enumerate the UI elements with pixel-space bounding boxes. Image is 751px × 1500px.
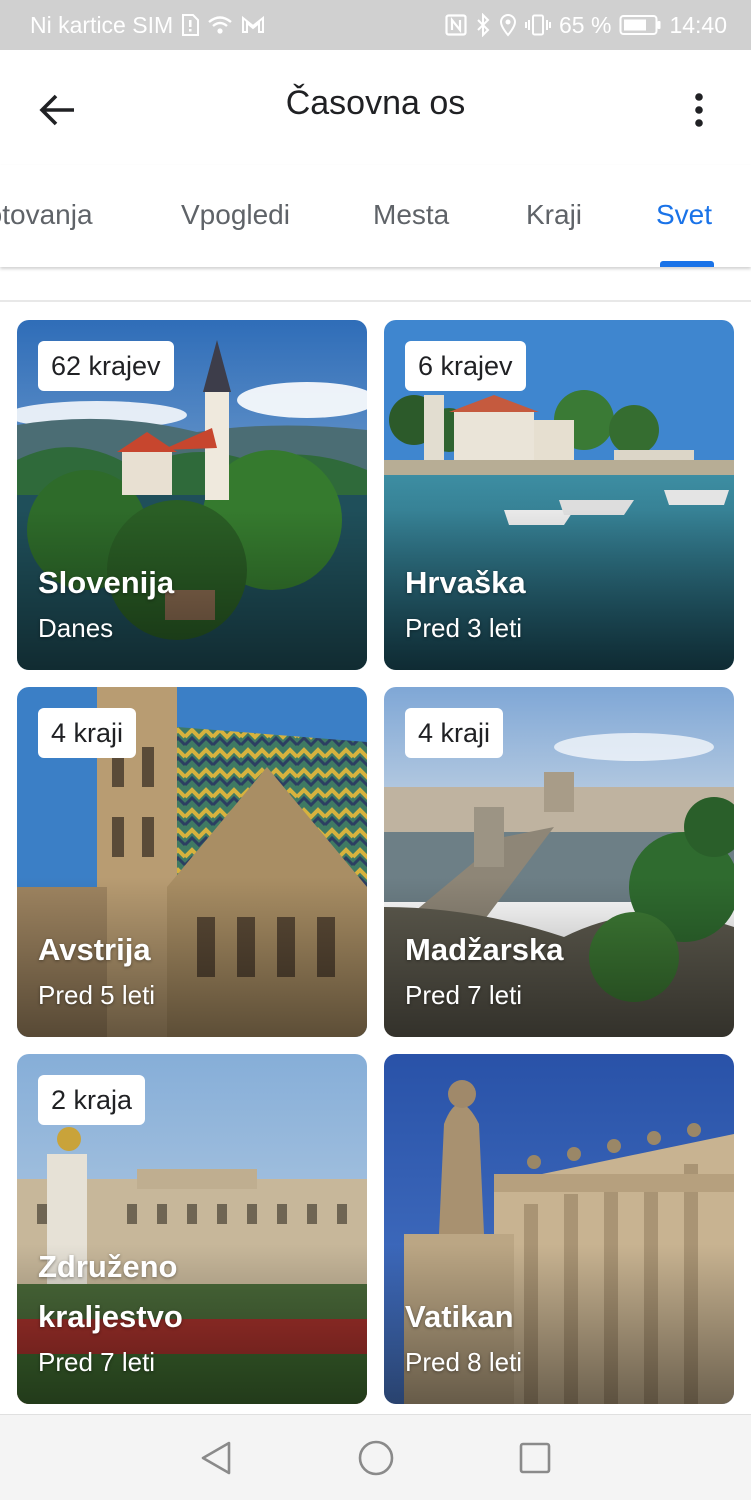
wifi-icon: [207, 15, 233, 35]
tab-vpogledi[interactable]: Vpogledi: [181, 199, 290, 231]
country-name-line1: Združeno: [38, 1249, 178, 1284]
app-bar: Časovna os: [0, 50, 751, 165]
country-name: Madžarska: [405, 932, 564, 967]
country-card-madzarska[interactable]: 4 kraji Madžarska Pred 7 leti: [384, 687, 734, 1037]
place-count-badge: 2 kraja: [38, 1075, 146, 1125]
page-title: Časovna os: [285, 84, 466, 122]
place-count-badge: 6 krajev: [405, 341, 526, 391]
visit-time: Pred 5 leti: [38, 980, 156, 1010]
carrier-text: Ni kartice SIM: [30, 11, 174, 38]
country-name: Avstrija: [38, 932, 151, 967]
country-card-vatikan[interactable]: Vatikan Pred 8 leti: [384, 1054, 734, 1404]
visit-time: Danes: [38, 613, 114, 643]
nfc-icon: [445, 14, 467, 36]
place-count-badge: 62 krajev: [38, 341, 174, 391]
divider: [0, 300, 751, 302]
nav-back-icon: [201, 1441, 231, 1475]
visit-time: Pred 7 leti: [38, 1347, 156, 1377]
place-count-badge: 4 kraji: [405, 708, 504, 758]
more-options-button[interactable]: [687, 88, 711, 132]
battery-icon: [619, 14, 661, 36]
visit-time: Pred 8 leti: [405, 1347, 523, 1377]
country-name: Vatikan: [405, 1299, 514, 1334]
tab-bar: Potovanja Vpogledi Mesta Kraji Svet: [0, 165, 751, 267]
visit-time: Pred 3 leti: [405, 613, 523, 643]
country-card-zdruzeno-kraljestvo[interactable]: 2 kraja Združeno kraljestvo Pred 7 leti: [17, 1054, 367, 1404]
country-name: Slovenija: [38, 565, 175, 600]
tab-kraji[interactable]: Kraji: [526, 199, 582, 231]
tab-svet[interactable]: Svet: [656, 199, 712, 231]
vibrate-icon: [525, 14, 551, 36]
system-nav-bar: [0, 1414, 751, 1500]
clock: 14:40: [669, 11, 727, 38]
place-count-badge: 4 kraji: [38, 708, 137, 758]
visit-time: Pred 7 leti: [405, 980, 523, 1010]
tab-potovanja[interactable]: Potovanja: [0, 199, 93, 231]
nav-back-button[interactable]: [195, 1437, 237, 1479]
status-bar: Ni kartice SIM 65 % 14:40: [0, 0, 751, 50]
country-card-avstrija[interactable]: 4 kraji Avstrija Pred 5 leti: [17, 687, 367, 1037]
nav-home-button[interactable]: [355, 1437, 397, 1479]
tab-active-indicator: [660, 261, 714, 267]
battery-percent: 65 %: [559, 11, 612, 38]
country-card-hrvaska[interactable]: 6 krajev Hrvaška Pred 3 leti: [384, 320, 734, 670]
nav-recents-icon: [519, 1442, 551, 1474]
country-card-slovenija[interactable]: 62 krajev Slovenija Danes: [17, 320, 367, 670]
location-icon: [499, 13, 517, 37]
sim-alert-icon: [181, 14, 200, 36]
nav-home-icon: [358, 1440, 394, 1476]
tab-mesta[interactable]: Mesta: [373, 199, 449, 231]
nav-recents-button[interactable]: [514, 1437, 556, 1479]
country-name-line2: kraljestvo: [38, 1299, 183, 1334]
more-vert-icon: [695, 93, 703, 127]
bluetooth-icon: [475, 13, 491, 37]
country-name: Hrvaška: [405, 565, 526, 600]
gmail-icon: [241, 16, 265, 34]
